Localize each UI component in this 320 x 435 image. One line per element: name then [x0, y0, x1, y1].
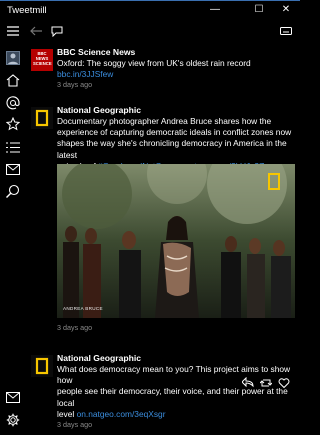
avatar[interactable] [31, 107, 53, 129]
tweet-link[interactable]: bbc.in/3JJSfew [57, 69, 113, 79]
tweet-timestamp: 3 days ago [57, 323, 93, 332]
tweet-body: National Geographic What does democracy … [57, 353, 293, 430]
tweet-author[interactable]: National Geographic [57, 353, 293, 364]
tweet-body: BBC Science News Oxford: The soggy view … [57, 47, 293, 90]
avatar[interactable] [31, 355, 53, 377]
timeline[interactable]: BBC NEWS SCIENCE BBC Science News Oxford… [26, 43, 300, 435]
mentions-icon[interactable] [3, 93, 23, 113]
toolbar [0, 19, 300, 43]
favorites-icon[interactable] [3, 114, 23, 134]
keyboard-icon[interactable] [276, 21, 296, 41]
account-icon[interactable] [3, 48, 23, 68]
sidebar [0, 43, 26, 435]
tweet-author[interactable]: BBC Science News [57, 47, 293, 58]
lists-icon[interactable] [3, 137, 23, 157]
minimize-button[interactable]: — [200, 1, 230, 19]
avatar-text: SCIENCE [33, 60, 52, 66]
tweet-timestamp: 3 days ago [57, 420, 93, 430]
home-icon[interactable] [3, 70, 23, 90]
maximize-button[interactable]: ☐ [244, 1, 274, 19]
menu-icon[interactable] [3, 21, 23, 41]
tweet-photo[interactable]: ANDREA BRUCE [57, 164, 295, 318]
title-bar: Tweetmill — ☐ ✕ [0, 0, 300, 19]
tweet-text: What does democracy mean to you? This pr… [57, 364, 291, 419]
tweet-text: Oxford: The soggy view from UK's oldest … [57, 58, 251, 80]
tweet[interactable]: BBC NEWS SCIENCE BBC Science News Oxford… [26, 46, 300, 89]
app-title: Tweetmill [7, 5, 47, 16]
tweet-link[interactable]: on.natgeo.com/3eqXsgr [77, 409, 166, 419]
tweet-author[interactable]: National Geographic [57, 105, 293, 116]
settings-icon[interactable] [3, 410, 23, 430]
back-arrow-icon[interactable] [26, 21, 46, 41]
tweet-timestamp: 3 days ago [57, 80, 93, 90]
photo-credit: ANDREA BRUCE [63, 306, 103, 311]
tweet[interactable]: National Geographic What does democracy … [26, 352, 300, 432]
messages-icon[interactable] [3, 159, 23, 179]
direct-message-icon[interactable] [3, 387, 23, 407]
compose-icon[interactable] [47, 21, 67, 41]
avatar[interactable]: BBC NEWS SCIENCE [31, 49, 53, 71]
close-button[interactable]: ✕ [271, 1, 301, 19]
tweet-body: National Geographic Documentary photogra… [57, 105, 293, 172]
search-icon[interactable] [3, 181, 23, 201]
